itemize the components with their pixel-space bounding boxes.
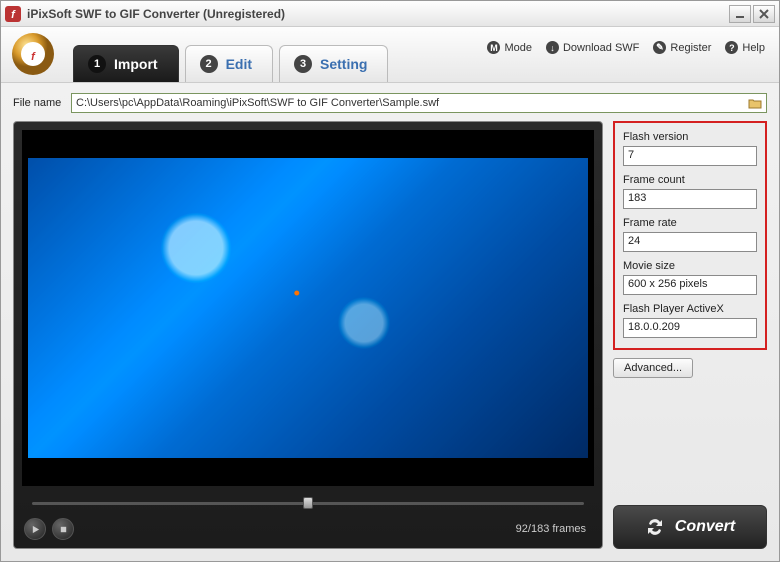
preview-frame [22, 130, 594, 486]
seek-thumb[interactable] [303, 497, 313, 509]
field-value: 24 [623, 232, 757, 252]
tab-label: Import [114, 56, 158, 72]
play-button[interactable] [24, 518, 46, 540]
tab-label: Edit [226, 56, 252, 72]
field-activex: Flash Player ActiveX 18.0.0.209 [623, 303, 757, 338]
register-icon: ✎ [653, 41, 666, 54]
field-value: 7 [623, 146, 757, 166]
player-controls: 92/183 frames [22, 518, 594, 540]
convert-label: Convert [675, 518, 735, 536]
tab-badge: 1 [88, 55, 106, 73]
top-links: M Mode ↓ Download SWF ✎ Register ? Help [487, 41, 765, 54]
file-label: File name [13, 97, 71, 109]
field-label: Frame rate [623, 217, 757, 229]
file-path-input[interactable]: C:\Users\pc\AppData\Roaming\iPixSoft\SWF… [71, 93, 767, 113]
convert-button[interactable]: Convert [613, 505, 767, 549]
window-title: iPixSoft SWF to GIF Converter (Unregiste… [27, 7, 727, 21]
tab-edit[interactable]: 2 Edit [185, 45, 273, 82]
field-flash-version: Flash version 7 [623, 131, 757, 166]
file-path-text: C:\Users\pc\AppData\Roaming\iPixSoft\SWF… [76, 97, 439, 109]
mode-link[interactable]: M Mode [487, 41, 532, 54]
tab-import[interactable]: 1 Import [73, 45, 179, 82]
convert-wrap: Convert [613, 495, 767, 549]
link-label: Help [742, 42, 765, 54]
tab-setting[interactable]: 3 Setting [279, 45, 388, 82]
download-icon: ↓ [546, 41, 559, 54]
file-row: File name C:\Users\pc\AppData\Roaming\iP… [13, 93, 767, 113]
app-logo-icon: f [11, 32, 55, 76]
field-label: Flash Player ActiveX [623, 303, 757, 315]
browse-icon[interactable] [746, 95, 764, 111]
tab-badge: 3 [294, 55, 312, 73]
help-link[interactable]: ? Help [725, 41, 765, 54]
download-swf-link[interactable]: ↓ Download SWF [546, 41, 639, 54]
link-label: Download SWF [563, 42, 639, 54]
advanced-button[interactable]: Advanced... [613, 358, 693, 378]
field-frame-rate: Frame rate 24 [623, 217, 757, 252]
titlebar: f iPixSoft SWF to GIF Converter (Unregis… [1, 1, 779, 27]
convert-icon [645, 517, 665, 537]
tab-label: Setting [320, 56, 367, 72]
link-label: Mode [504, 42, 532, 54]
app-icon: f [5, 6, 21, 22]
step-tabs: 1 Import 2 Edit 3 Setting [73, 27, 394, 82]
preview-panel: 92/183 frames [13, 121, 603, 549]
link-label: Register [670, 42, 711, 54]
field-value: 18.0.0.209 [623, 318, 757, 338]
field-value: 600 x 256 pixels [623, 275, 757, 295]
info-column: Flash version 7 Frame count 183 Frame ra… [613, 121, 767, 549]
close-button[interactable] [753, 5, 775, 23]
advanced-row: Advanced... [613, 358, 767, 378]
help-icon: ? [725, 41, 738, 54]
app-window: f iPixSoft SWF to GIF Converter (Unregis… [0, 0, 780, 562]
swf-preview-image [28, 158, 588, 458]
minimize-button[interactable] [729, 5, 751, 23]
mode-icon: M [487, 41, 500, 54]
field-label: Flash version [623, 131, 757, 143]
register-link[interactable]: ✎ Register [653, 41, 711, 54]
seek-bar[interactable] [24, 494, 592, 512]
header: f 1 Import 2 Edit 3 Setting M Mode ↓ [1, 27, 779, 83]
frame-counter: 92/183 frames [516, 523, 592, 535]
field-label: Movie size [623, 260, 757, 272]
field-frame-count: Frame count 183 [623, 174, 757, 209]
content: 92/183 frames Flash version 7 Frame coun… [13, 121, 767, 549]
body: File name C:\Users\pc\AppData\Roaming\iP… [1, 83, 779, 561]
field-movie-size: Movie size 600 x 256 pixels [623, 260, 757, 295]
field-label: Frame count [623, 174, 757, 186]
tab-badge: 2 [200, 55, 218, 73]
field-value: 183 [623, 189, 757, 209]
stop-button[interactable] [52, 518, 74, 540]
info-box: Flash version 7 Frame count 183 Frame ra… [613, 121, 767, 350]
